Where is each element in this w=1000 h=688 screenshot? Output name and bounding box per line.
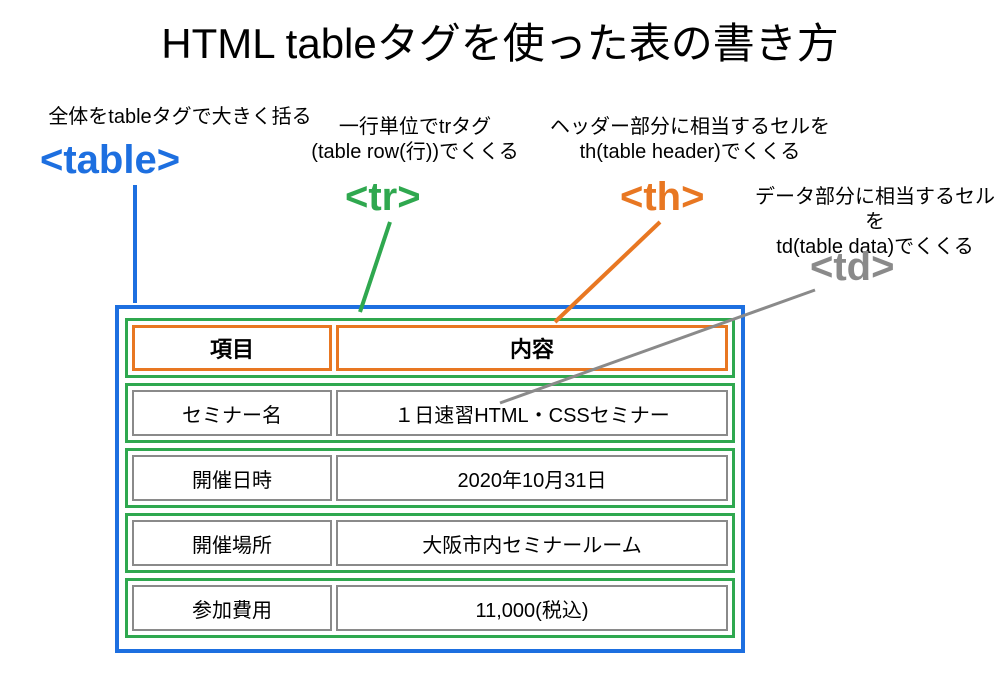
table-row: 参加費用 11,000(税込) bbox=[125, 578, 735, 638]
table-row: 開催日時 2020年10月31日 bbox=[125, 448, 735, 508]
td-cell-left: 開催日時 bbox=[132, 455, 332, 501]
td-cell-left: 開催場所 bbox=[132, 520, 332, 566]
td-cell-left: セミナー名 bbox=[132, 390, 332, 436]
anno-table-text: 全体をtableタグで大きく括る bbox=[40, 105, 320, 130]
header-row: 項目 内容 bbox=[125, 318, 735, 378]
anno-tr-text: 一行単位でtrタグ (table row(行))でくくる bbox=[305, 115, 525, 165]
td-cell-right: 大阪市内セミナールーム bbox=[336, 520, 728, 566]
anno-th-tag: <th> bbox=[620, 172, 704, 222]
anno-tr-tag: <tr> bbox=[345, 172, 421, 222]
td-cell-right: １日速習HTML・CSSセミナー bbox=[336, 390, 728, 436]
page-title: HTML tableタグを使った表の書き方 bbox=[0, 10, 1000, 71]
anno-th-text: ヘッダー部分に相当するセルを th(table header)でくくる bbox=[540, 115, 840, 165]
table-box: 項目 内容 セミナー名 １日速習HTML・CSSセミナー 開催日時 2020年1… bbox=[115, 305, 745, 653]
th-cell-right: 内容 bbox=[336, 325, 728, 371]
td-cell-right: 2020年10月31日 bbox=[336, 455, 728, 501]
td-cell-right: 11,000(税込) bbox=[336, 585, 728, 631]
th-cell-left: 項目 bbox=[132, 325, 332, 371]
td-cell-left: 参加費用 bbox=[132, 585, 332, 631]
table-row: 開催場所 大阪市内セミナールーム bbox=[125, 513, 735, 573]
table-row: セミナー名 １日速習HTML・CSSセミナー bbox=[125, 383, 735, 443]
anno-table-tag: <table> bbox=[40, 135, 180, 185]
anno-td-tag: <td> bbox=[810, 242, 894, 292]
